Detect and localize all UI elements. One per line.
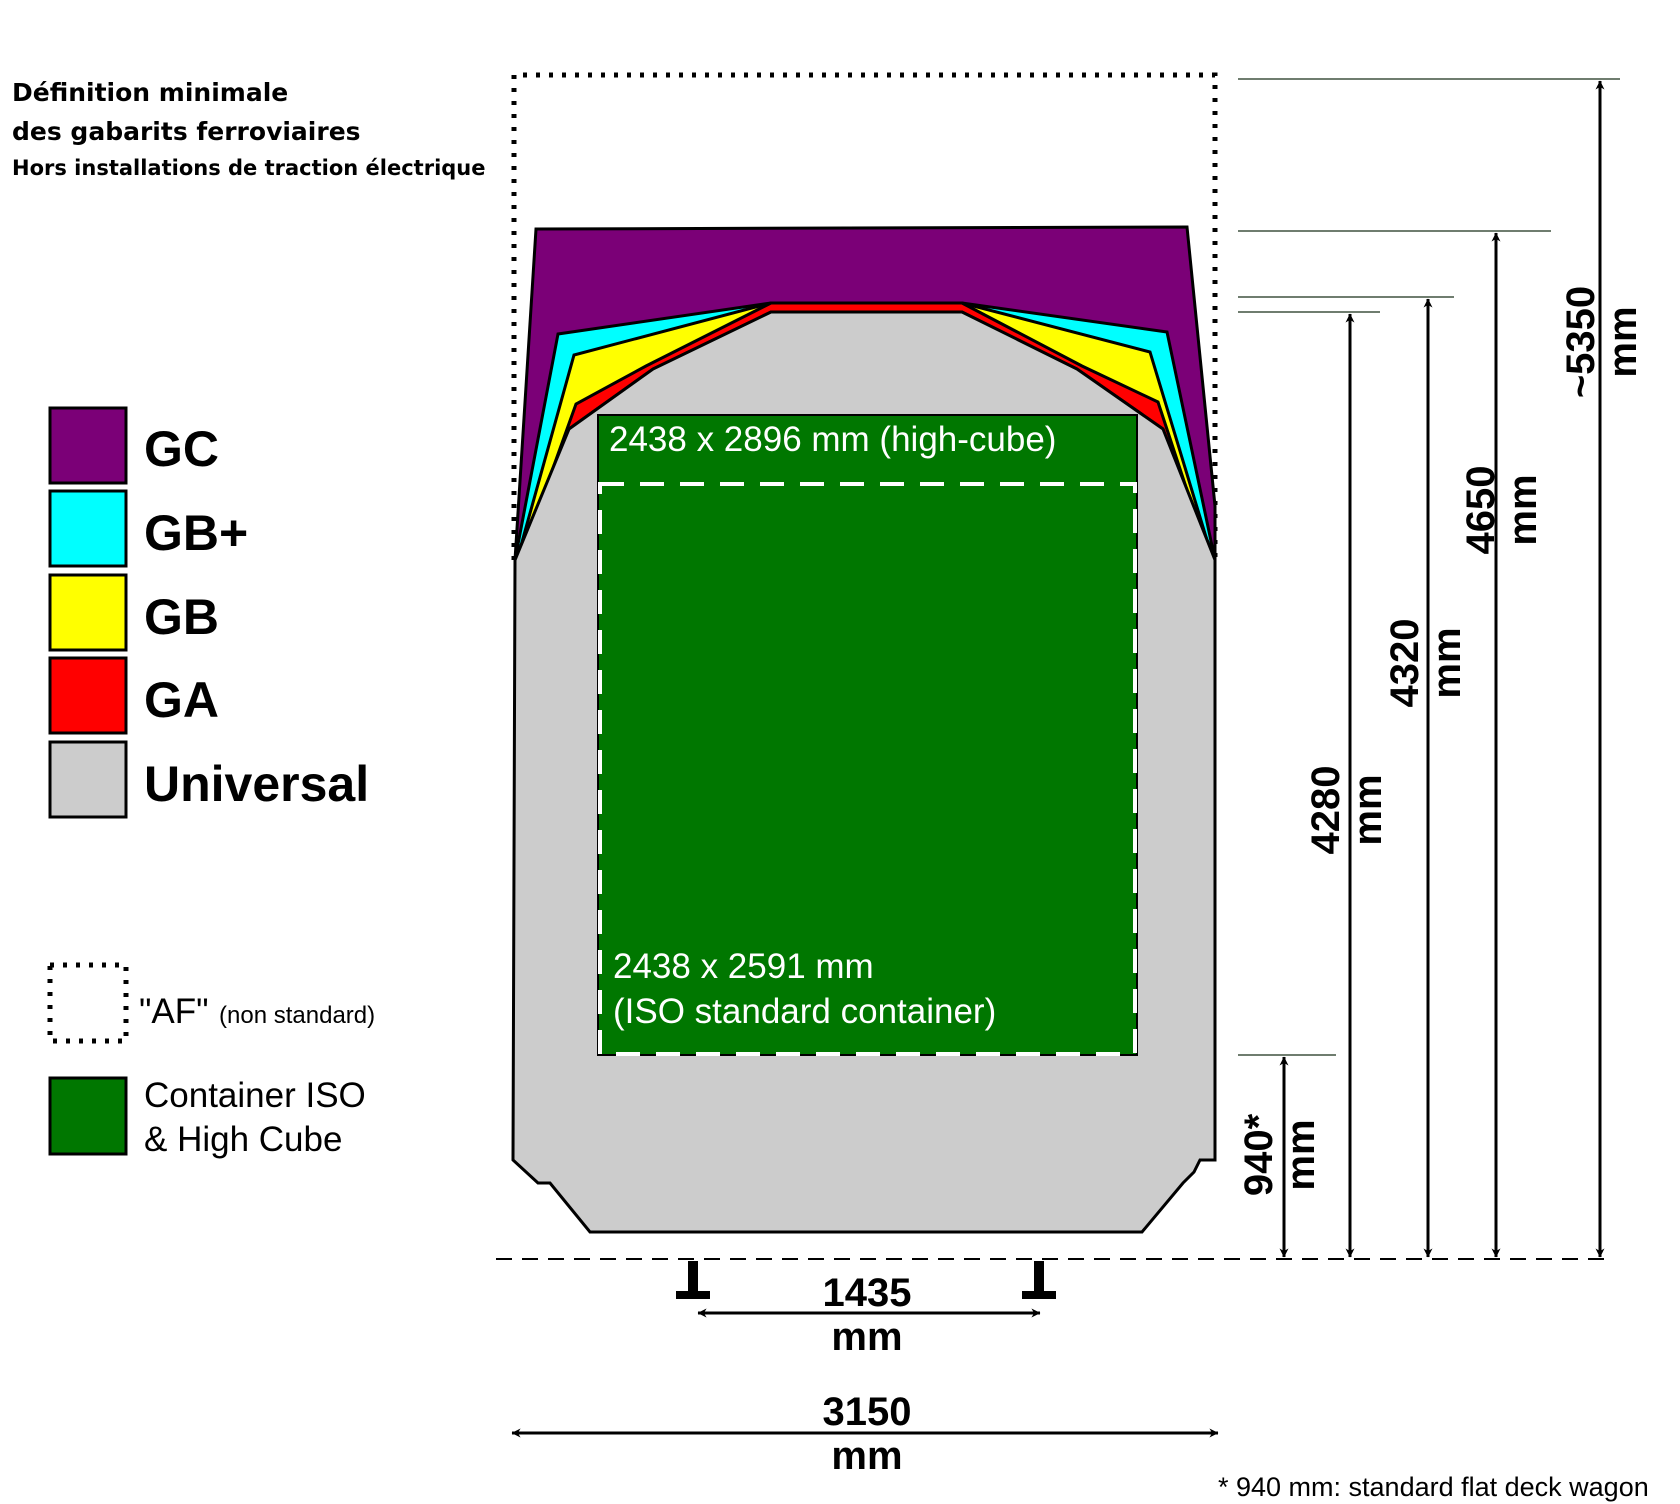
title-line-1: Définition minimale — [12, 78, 288, 107]
legend-swatch-gbplus — [48, 489, 128, 568]
dimension-label-width-unit: mm — [831, 1434, 902, 1478]
legend: GC GB+ GB GA Universal "AF" (non standar… — [47, 406, 375, 1159]
rail-left-icon — [676, 1261, 710, 1299]
legend-label-gc: GC — [144, 421, 219, 477]
dimension-label-gc: 4650 mm — [1459, 466, 1545, 555]
dimension-label-gb: 4320 mm — [1383, 619, 1469, 708]
dimension-label-track-gauge-value: 1435 — [823, 1271, 912, 1315]
container-iso-label-1: 2438 x 2591 mm — [613, 947, 874, 986]
svg-text:~5350: ~5350 — [1559, 286, 1603, 398]
container-high-cube-label: 2438 x 2896 mm (high-cube) — [609, 420, 1056, 459]
legend-label-gbplus: GB+ — [144, 505, 248, 561]
legend-swatch-ga — [48, 656, 128, 735]
svg-text:mm: mm — [1501, 474, 1545, 545]
legend-label-ga: GA — [144, 672, 219, 728]
loading-gauge-diagram: Définition minimale des gabarits ferrovi… — [12, 72, 1649, 1502]
legend-label-af: "AF" (non standard) — [139, 992, 375, 1031]
dimension-label-deck: 940* mm — [1237, 1113, 1323, 1196]
svg-text:940*: 940* — [1237, 1113, 1281, 1196]
svg-text:mm: mm — [1279, 1119, 1323, 1190]
title-line-3: Hors installations de traction électriqu… — [12, 156, 486, 180]
legend-label-container-1: Container ISO — [144, 1076, 366, 1115]
title-line-2: des gabarits ferroviaires — [12, 117, 361, 146]
svg-text:mm: mm — [1425, 627, 1469, 698]
legend-swatch-container — [48, 1076, 128, 1156]
svg-text:4320: 4320 — [1383, 619, 1427, 708]
legend-label-universal: Universal — [144, 756, 369, 812]
legend-swatch-gb — [48, 573, 128, 652]
svg-text:4650: 4650 — [1459, 466, 1503, 555]
svg-text:mm: mm — [1601, 306, 1645, 377]
legend-label-container-2: & High Cube — [144, 1120, 342, 1159]
dimension-label-ga: 4280 mm — [1304, 766, 1390, 855]
legend-swatch-af — [47, 962, 129, 1044]
container-iso-label-2: (ISO standard container) — [613, 992, 996, 1031]
dimension-label-af: ~5350 mm — [1559, 286, 1645, 398]
svg-text:4280: 4280 — [1304, 766, 1348, 855]
rail-right-icon — [1022, 1261, 1056, 1299]
legend-swatch-gc — [48, 406, 128, 485]
svg-text:mm: mm — [1346, 774, 1390, 845]
footnote: * 940 mm: standard flat deck wagon — [1218, 1472, 1649, 1502]
legend-label-gb: GB — [144, 589, 219, 645]
legend-swatch-universal — [48, 740, 128, 819]
dimension-label-width-value: 3150 — [823, 1390, 912, 1434]
dimension-label-track-gauge-unit: mm — [831, 1315, 902, 1359]
